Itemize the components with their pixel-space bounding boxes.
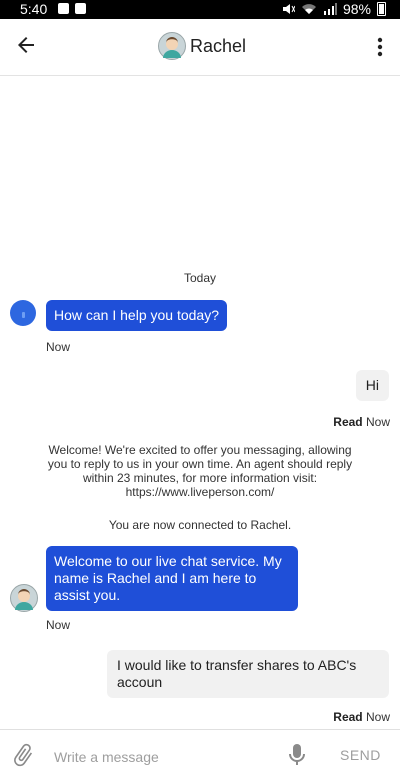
signal-icon (323, 3, 337, 15)
outgoing-message: Hi (355, 370, 389, 401)
read-status: Read (333, 710, 363, 724)
system-message: You are now connected to Rachel. (108, 518, 292, 532)
message-receipt: Read Now (333, 710, 390, 724)
microphone-icon[interactable] (288, 743, 306, 767)
date-separator: Today (183, 271, 217, 285)
status-bar: 5:40 98% (0, 0, 400, 19)
conversation[interactable]: Today How can I help you today? Now Hi R… (0, 76, 400, 728)
app-bar: Rachel (0, 19, 400, 76)
message-timestamp: Now (365, 710, 390, 724)
message-timestamp: Now (365, 415, 390, 429)
incoming-message: Welcome to our live chat service. My nam… (46, 546, 298, 611)
battery-icon (377, 2, 386, 16)
message-timestamp: Now (46, 340, 71, 354)
status-icons: 98% (281, 1, 386, 17)
notification-icon (58, 3, 69, 14)
message-input[interactable] (52, 745, 276, 769)
system-message: Welcome! We're excited to offer you mess… (47, 443, 353, 499)
status-time: 5:40 (20, 1, 48, 17)
mute-icon (282, 4, 295, 14)
page-title: Rachel (190, 36, 247, 56)
avatar (10, 300, 36, 326)
message-composer: SEND (0, 729, 400, 781)
avatar (10, 584, 38, 612)
wifi-icon (301, 4, 316, 14)
notification-icon (75, 3, 86, 14)
battery-level: 98% (342, 1, 371, 17)
send-button[interactable]: SEND (340, 747, 381, 763)
incoming-message: How can I help you today? (46, 300, 227, 331)
outgoing-message: I would like to transfer shares to ABC's… (107, 650, 389, 698)
message-timestamp: Now (46, 618, 71, 632)
more-options-icon[interactable] (370, 35, 390, 59)
attachment-icon[interactable] (10, 742, 36, 768)
agent-avatar (158, 32, 186, 60)
back-arrow-icon[interactable] (14, 33, 38, 57)
message-receipt: Read Now (333, 415, 390, 429)
read-status: Read (333, 415, 363, 429)
